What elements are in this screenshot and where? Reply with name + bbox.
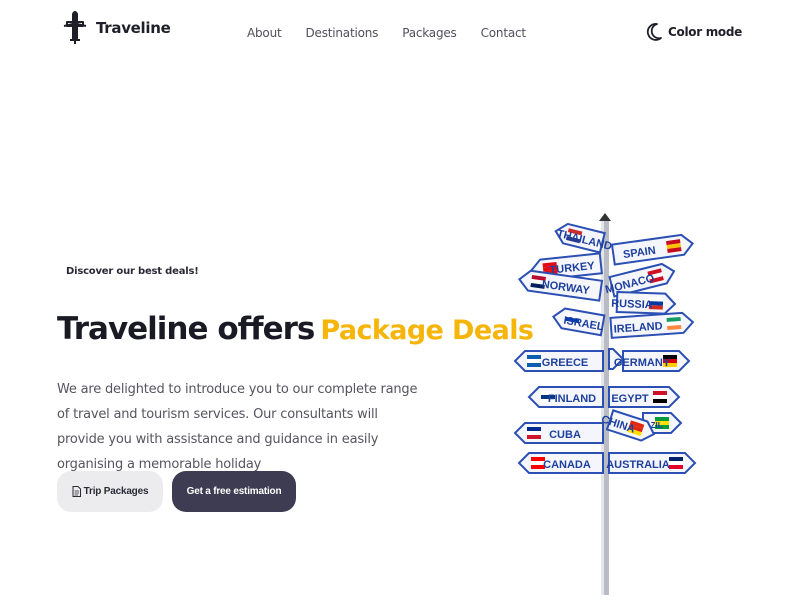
signpost-sign-label: RUSSIA [611,298,653,311]
nav-item-packages[interactable]: Packages [402,26,457,40]
hero-headline: Traveline offers Package Deals [57,311,534,347]
signpost-sign: CUBA [513,422,604,444]
nav-item-contact[interactable]: Contact [481,26,526,40]
hero-intro: We are delighted to introduce you to our… [57,382,418,472]
trip-packages-label: Trip Packages [83,486,149,497]
signpost-sign-label: GREECE [542,357,588,369]
signpost-sign-label: FINLAND [548,393,596,405]
nav-item-about[interactable]: About [247,26,282,40]
main-nav: About Destinations Packages Contact [247,26,550,40]
site-header: Traveline About Destinations Packages Co… [0,0,800,68]
signpost-sign: SPAIN [610,233,695,266]
free-estimation-button[interactable]: Get a free estimation [172,471,296,512]
signpost-sign: IRELAND [609,311,695,339]
signpost-sign: FINLAND [527,386,604,408]
free-estimation-label: Get a free estimation [186,486,282,497]
signpost-sign: GERMANY [614,350,691,372]
signpost-sign: RUSSIA [611,290,677,315]
signpost-sign: CANADA [517,452,604,474]
signpost-sign-label: CUBA [549,429,581,441]
signpost-sign-label: AUSTRALIA [606,459,670,471]
trip-packages-button[interactable]: Trip Packages [57,471,163,512]
signpost-sign: AUSTRALIA [606,452,697,474]
airplane-icon [63,11,87,44]
nav-item-destinations[interactable]: Destinations [305,26,378,40]
signpost-sign: GREECE [513,350,604,372]
signpost-sign-label: CANADA [543,459,591,471]
signpost-sign: ISRAEL [551,307,606,337]
document-icon [72,486,81,497]
brand-logo[interactable]: Traveline [62,10,171,46]
moon-icon [646,23,662,41]
color-mode-label: Color mode [668,25,742,39]
signpost-sign-label: GERMANY [614,357,671,369]
headline-main: Traveline offers [57,311,315,347]
brand-name: Traveline [96,19,171,37]
color-mode-toggle[interactable]: Color mode [646,22,742,42]
headline-accent: Package Deals [320,315,534,346]
destinations-signpost-image: THAILAND SPAINTURKEYNORWAY MONACORUSSIAISR… [513,213,697,595]
signpost-sign: EGYPT [608,386,681,408]
hero-eyebrow: Discover our best deals! [66,266,199,277]
signpost-sign-label: EGYPT [611,393,649,405]
